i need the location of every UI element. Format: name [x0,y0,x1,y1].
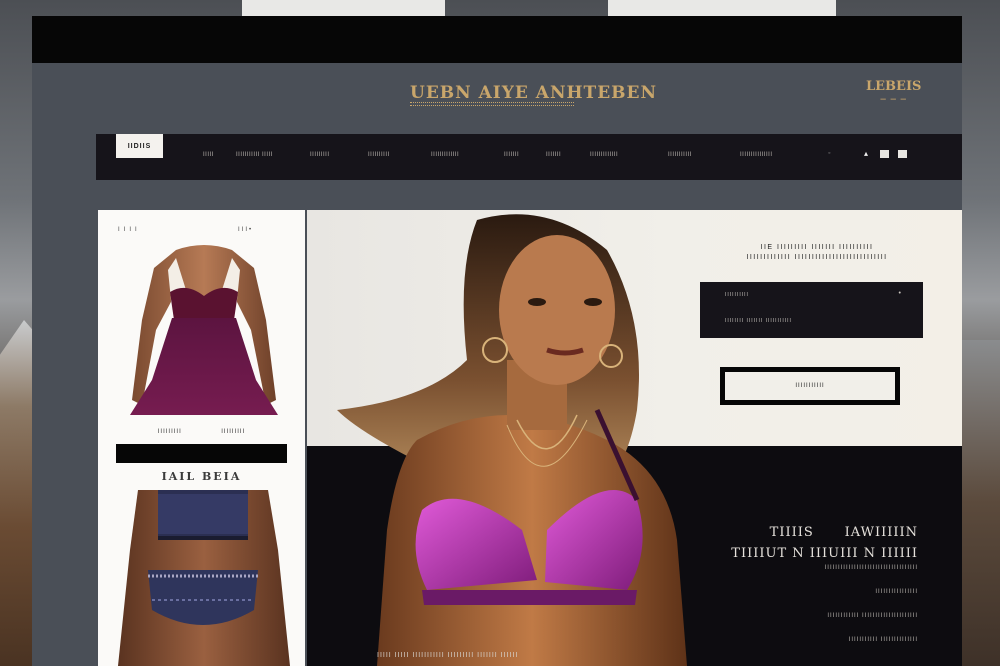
header-badge-sub: — — — [880,96,908,103]
hero-heading-line: IIE IIIIIIIII IIIIIII IIIIIIIIII [760,244,874,251]
wishlist-icon[interactable]: ▴ [864,150,873,158]
hero-card-text: IIIIIIII IIIIIII IIIIIIIIIII [725,318,792,324]
background-monitor-edge [608,0,836,16]
header-badge-text: LEBEIS [866,79,922,94]
site-logo-underline [410,102,574,106]
nav-item[interactable]: IIIIIII [546,152,561,158]
nav-item[interactable]: IIIII [203,152,214,158]
cart-icon[interactable] [898,150,907,158]
header-badge[interactable]: LEBEIS — — — [866,79,921,103]
nav-item[interactable]: IIIIIIIIIII IIIII [236,152,273,158]
site-header: UEBN AIYE ANHTEBEN LEBEIS — — — [32,63,962,133]
nav-item[interactable]: IIIIIIIII [310,152,330,158]
hero-info-card[interactable]: IIIIIIIIII • IIIIIIII IIIIIII IIIIIIIIII… [700,282,923,338]
nav-item[interactable]: IIIIIIIIIIIII [431,152,459,158]
account-icon[interactable]: ◦ [828,150,837,158]
product-sidebar: IIII III• IIIIIIIII IIIIIIIII IAIL BEIA [98,210,305,666]
dress-product-image[interactable] [116,230,291,420]
nav-item[interactable]: IIIIIIIIIIIIIII [740,152,773,158]
hero-card-dot-icon: • [898,290,901,297]
hero-bottom-caption: IIIII IIIII IIIIIIIIIII IIIIIIIII IIIIII… [377,652,519,659]
nav-item[interactable]: IIIIIIIIIIIII [590,152,618,158]
nav-item[interactable]: IIIIIII [504,152,519,158]
sidebar-section-title: IAIL BEIA [161,470,242,483]
main-nav: IIDIIS IIIII IIIIIIIIIII IIIII IIIIIIIII… [96,134,962,180]
nav-brand-button[interactable]: IIDIIS [116,134,163,158]
hero-cta-button[interactable]: IIIIIIIIIII [720,367,900,405]
sidebar-divider-bar [116,444,287,463]
hero-model-image [337,214,687,666]
background-monitor-edge [242,0,445,16]
site-logo[interactable]: UEBN AIYE ANHTEBEN [410,83,657,103]
hero-card-title: IIIIIIIIII [725,292,749,298]
hero-cta-label: IIIIIIIIIII [725,372,895,400]
hero-lower-text: IIIIIIIIIIIIIIIIIIIIIIIIIIIIIIIIIII IIII… [824,565,918,643]
browser-window: UEBN AIYE ANHTEBEN LEBEIS — — — IIDIIS I… [32,16,962,666]
swimwear-product-image[interactable] [108,490,298,666]
dress-caption[interactable]: IIIIIIIII [221,429,245,435]
hero-lower-title: TIIIIS IAWIIIIIN TIIIIUT N IIIUIII N III… [731,525,918,561]
nav-item[interactable]: IIIIIIIIII [368,152,390,158]
hero-heading: IIE IIIIIIIII IIIIIII IIIIIIIIII IIIIIII… [717,243,917,263]
nav-item[interactable]: IIIIIIIIIII [668,152,692,158]
dress-caption[interactable]: IIIIIIIII [158,429,182,435]
mail-icon[interactable] [880,150,889,158]
hero-heading-line: IIIIIIIIIIIII IIIIIIIIIIIIIIIIIIIIIIIIII… [746,254,888,261]
hero-banner: IIE IIIIIIIII IIIIIII IIIIIIIIII IIIIIII… [307,210,962,666]
dress-caption-row: IIIIIIIII IIIIIIIII [98,429,305,435]
window-top-bar [32,16,962,63]
